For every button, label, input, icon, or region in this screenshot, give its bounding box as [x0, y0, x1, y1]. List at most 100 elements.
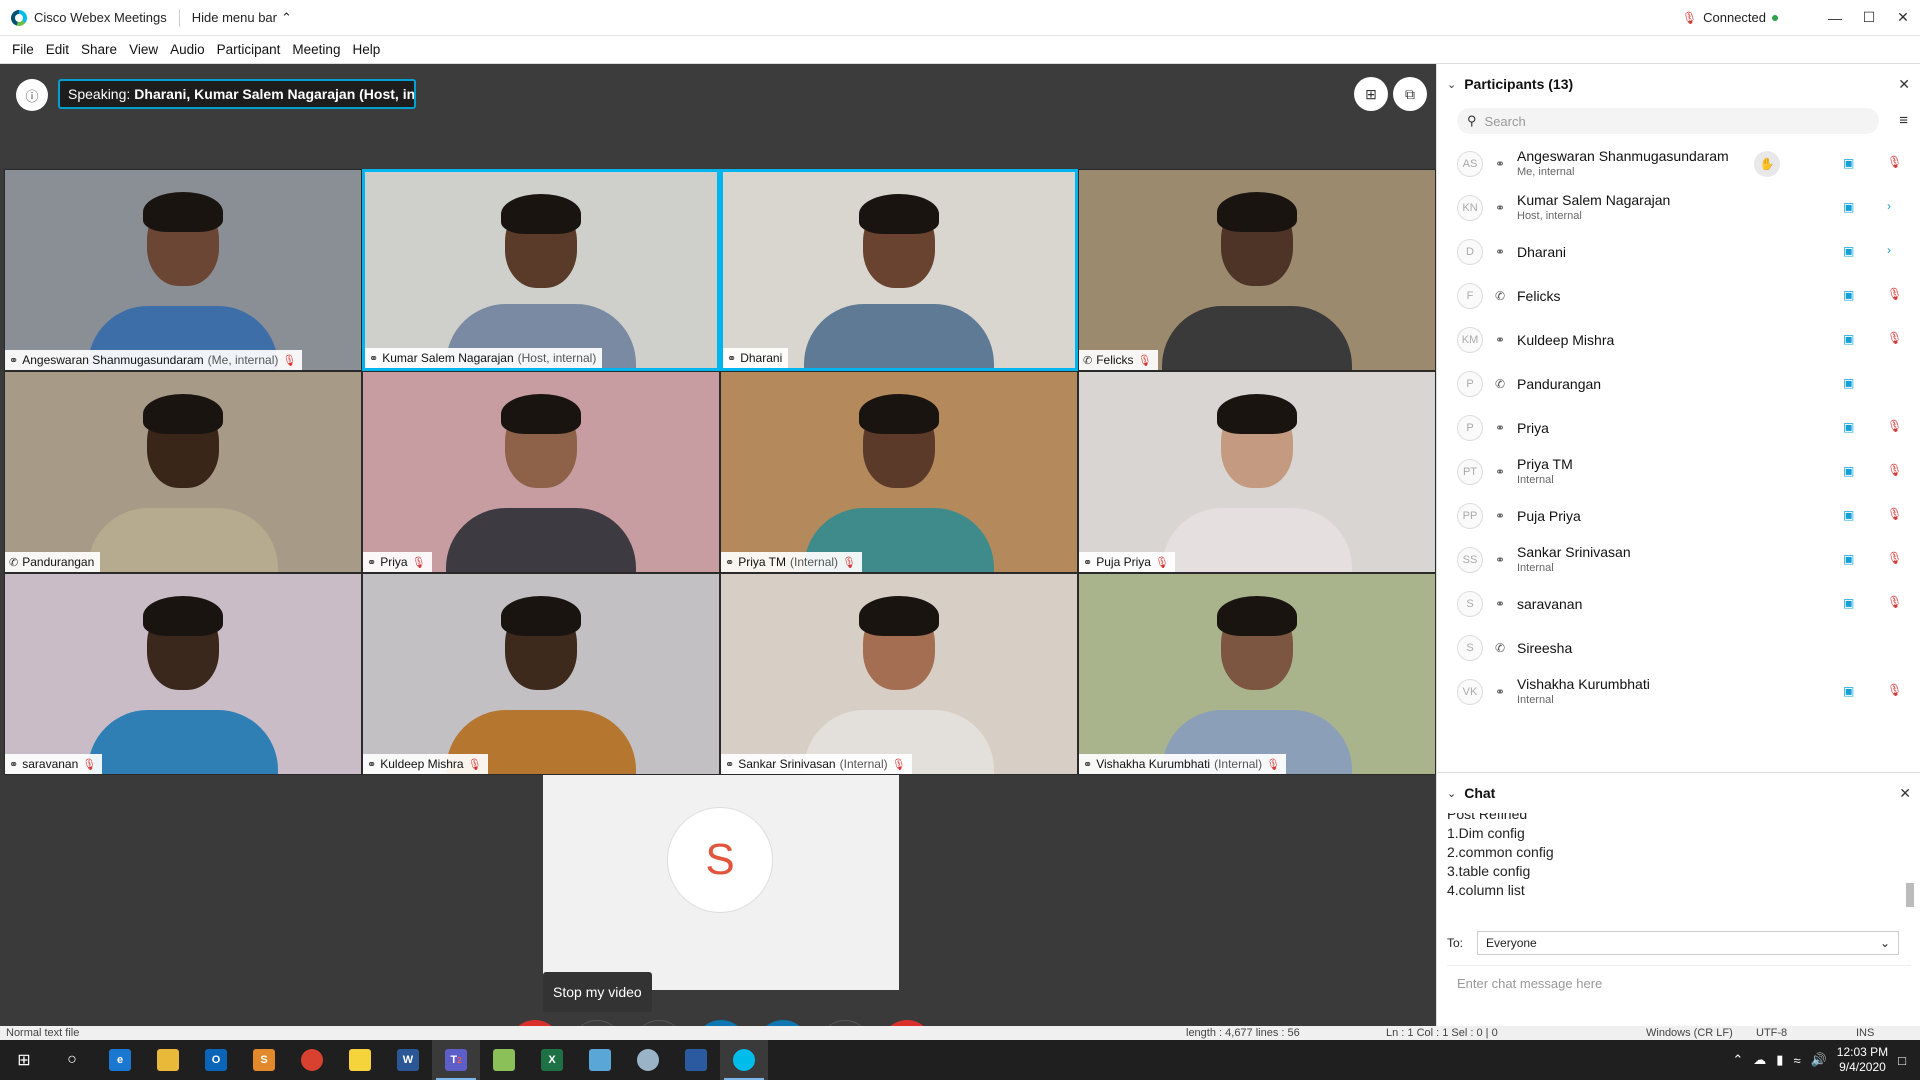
participant-row[interactable]: PT ⚭ Priya TM Internal ▣ 🎙 [1437, 450, 1920, 494]
participants-header[interactable]: ⌄ Participants (13) ✕ [1437, 64, 1920, 104]
participants-title: Participants (13) [1464, 76, 1574, 92]
taskbar-sticky-notes[interactable] [336, 1040, 384, 1080]
onedrive-icon[interactable]: ☁ [1753, 1052, 1766, 1068]
taskbar-edge[interactable]: e [96, 1040, 144, 1080]
video-tile[interactable]: ⚭ Priya 🎙 [362, 371, 720, 573]
participant-row[interactable]: PP ⚭ Puja Priya ▣ 🎙 [1437, 494, 1920, 538]
video-tile[interactable]: ⚭ Priya TM (Internal) 🎙 [720, 371, 1078, 573]
participant-name: Priya [1517, 420, 1549, 436]
participant-row[interactable]: P ✆ Pandurangan ▣ [1437, 362, 1920, 406]
video-tile[interactable]: ✆ Felicks 🎙 [1078, 169, 1436, 371]
participant-row[interactable]: D ⚭ Dharani ▣ › [1437, 230, 1920, 274]
hide-menu-button[interactable]: Hide menu bar ⌃ [192, 10, 292, 26]
video-tile[interactable]: ✆ Pandurangan [4, 371, 362, 573]
taskbar-explorer[interactable] [144, 1040, 192, 1080]
menu-help[interactable]: Help [350, 40, 382, 59]
participant-row[interactable]: S ⚭ saravanan ▣ 🎙 [1437, 582, 1920, 626]
mic-muted-icon[interactable]: 🎙 [1887, 683, 1902, 697]
meeting-info-button[interactable]: ⓘ [16, 79, 48, 111]
close-chat-button[interactable]: ✕ [1899, 785, 1911, 802]
chat-message: 2.common config [1447, 844, 1554, 860]
video-icon: ▣ [1843, 288, 1855, 302]
video-tile[interactable]: ⚭ Puja Priya 🎙 [1078, 371, 1436, 573]
taskbar-notepad[interactable] [480, 1040, 528, 1080]
notifications-icon[interactable]: □ [1898, 1053, 1906, 1068]
start-button[interactable]: ⊞ [0, 1040, 48, 1080]
grid-layout-button[interactable]: ⊞ [1354, 77, 1388, 111]
mic-muted-icon[interactable]: 🎙 [1887, 287, 1902, 301]
chevron-up-icon[interactable]: ⌃ [1732, 1052, 1743, 1068]
sort-icon[interactable]: ≡ [1899, 112, 1908, 129]
mic-muted-icon[interactable]: 🎙 [1887, 155, 1902, 169]
taskbar-word[interactable]: W [384, 1040, 432, 1080]
participant-row[interactable]: SS ⚭ Sankar Srinivasan Internal ▣ 🎙 [1437, 538, 1920, 582]
video-tile[interactable]: ⚭ Angeswaran Shanmugasundaram (Me, interna… [4, 169, 362, 371]
minimize-button[interactable]: — [1818, 0, 1852, 36]
clock[interactable]: 12:03 PM 9/4/2020 [1837, 1045, 1888, 1075]
self-view[interactable]: S [543, 775, 899, 990]
video-tile[interactable]: ⚭ Sankar Srinivasan (Internal) 🎙 [720, 573, 1078, 775]
participant-row[interactable]: KM ⚭ Kuldeep Mishra ▣ 🎙 [1437, 318, 1920, 362]
mic-muted-icon[interactable]: 🎙 [1887, 551, 1902, 565]
video-tile[interactable]: ⚭ Dharani [720, 169, 1078, 371]
menu-view[interactable]: View [127, 40, 160, 59]
video-tile[interactable]: ⚭ Vishakha Kurumbhati (Internal) 🎙 [1078, 573, 1436, 775]
mic-muted-icon[interactable]: 🎙 [1887, 507, 1902, 521]
close-participants-button[interactable]: ✕ [1898, 76, 1910, 93]
participant-row[interactable]: F ✆ Felicks ▣ 🎙 [1437, 274, 1920, 318]
taskbar-paint[interactable] [624, 1040, 672, 1080]
mic-active-icon[interactable]: › [1887, 243, 1891, 257]
scrollbar-thumb[interactable] [1906, 883, 1914, 907]
raise-hand-icon[interactable]: ✋ [1754, 151, 1780, 177]
recipient-select[interactable]: Everyone ⌄ [1477, 931, 1900, 955]
battery-icon[interactable]: ▮ [1776, 1052, 1783, 1068]
participant-row[interactable]: AS ⚭ Angeswaran Shanmugasundaram Me, inte… [1437, 142, 1920, 186]
mic-muted-icon[interactable]: 🎙 [1887, 463, 1902, 477]
volume-icon[interactable]: 🔊 [1811, 1052, 1827, 1068]
menu-file[interactable]: File [10, 40, 36, 59]
participant-row[interactable]: S ✆ Sireesha [1437, 626, 1920, 670]
video-tile[interactable]: ⚭ Kuldeep Mishra 🎙 [362, 573, 720, 775]
mic-muted-icon[interactable]: 🎙 [1887, 331, 1902, 345]
taskbar-app[interactable] [576, 1040, 624, 1080]
mic-muted-icon[interactable]: 🎙 [1887, 595, 1902, 609]
video-tile[interactable]: ⚭ Kumar Salem Nagarajan (Host, internal) [362, 169, 720, 371]
close-window-button[interactable]: ✕ [1886, 0, 1920, 36]
avatar: PP [1457, 503, 1483, 529]
tile-name: Kuldeep Mishra [380, 757, 464, 771]
participant-row[interactable]: VK ⚭ Vishakha Kurumbhati Internal ▣ 🎙 [1437, 670, 1920, 714]
menu-meeting[interactable]: Meeting [290, 40, 342, 59]
participant-search[interactable]: ⚲ Search [1457, 108, 1879, 134]
active-speaker-banner[interactable]: Speaking: Dharani, Kumar Salem Nagarajan… [58, 79, 416, 109]
tile-namebar: ⚭ Angeswaran Shanmugasundaram (Me, interna… [5, 350, 303, 370]
mic-active-icon[interactable]: › [1887, 199, 1891, 213]
taskbar-outlook[interactable]: O [192, 1040, 240, 1080]
taskbar-excel[interactable]: X [528, 1040, 576, 1080]
chat-scrollbar[interactable] [1905, 817, 1915, 917]
popout-button[interactable]: ⧉ [1393, 77, 1427, 111]
participant-row[interactable]: P ⚭ Priya ▣ 🎙 [1437, 406, 1920, 450]
taskbar-webex[interactable] [720, 1040, 768, 1080]
video-tile[interactable]: ⚭ saravanan 🎙 [4, 573, 362, 775]
tooltip: Stop my video [543, 972, 652, 1012]
maximize-button[interactable]: ☐ [1852, 0, 1886, 36]
menu-edit[interactable]: Edit [44, 40, 71, 59]
taskbar-sublime[interactable]: S [240, 1040, 288, 1080]
wifi-icon[interactable]: ≈ [1793, 1053, 1800, 1068]
tile-namebar: ⚭ Dharani [723, 348, 789, 368]
taskbar-teams[interactable]: T2 [432, 1040, 480, 1080]
mic-muted-icon[interactable]: 🎙 [1887, 419, 1902, 433]
chat-header[interactable]: ⌄ Chat ✕ [1437, 773, 1920, 813]
chat-input[interactable]: Enter chat message here [1447, 965, 1911, 1035]
connection-status[interactable]: 🎙 Connected [1682, 10, 1778, 25]
menu-audio[interactable]: Audio [168, 40, 207, 59]
remote-desktop-icon [685, 1049, 707, 1071]
search-button[interactable]: ○ [48, 1040, 96, 1080]
menu-participant[interactable]: Participant [215, 40, 283, 59]
taskbar-remote[interactable] [672, 1040, 720, 1080]
menu-share[interactable]: Share [79, 40, 119, 59]
taskbar-chrome[interactable] [288, 1040, 336, 1080]
participant-row[interactable]: KN ⚭ Kumar Salem Nagarajan Host, internal… [1437, 186, 1920, 230]
tile-name: Puja Priya [1096, 555, 1151, 569]
avatar: KM [1457, 327, 1483, 353]
